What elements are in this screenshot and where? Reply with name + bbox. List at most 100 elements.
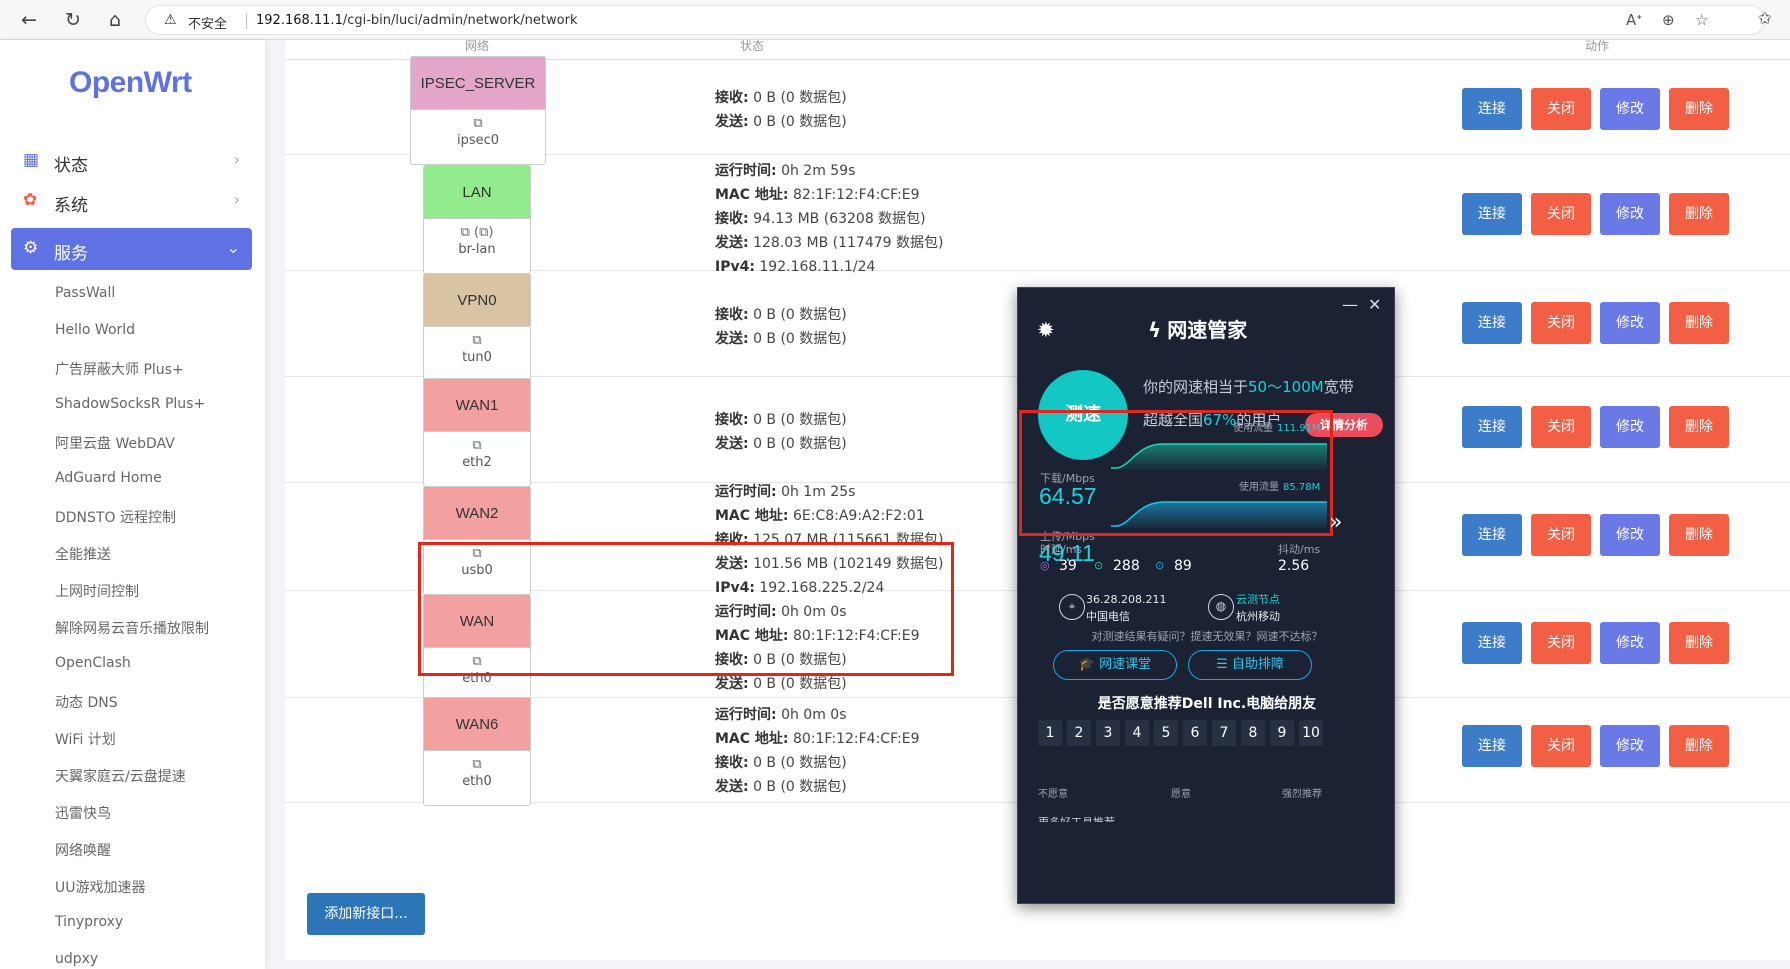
delete-button[interactable]: 删除 (1669, 725, 1729, 767)
interface-card[interactable]: VPN0 ⧉ tun0 (423, 273, 531, 382)
delete-button[interactable]: 删除 (1669, 514, 1729, 556)
submenu-time-control[interactable]: 上网时间控制 (55, 581, 139, 601)
interface-stats: 接收: 0 B (0 数据包) 发送: 0 B (0 数据包) (715, 86, 847, 134)
rating-button[interactable]: 2 (1067, 720, 1091, 746)
chevron-right-icon: › (233, 150, 240, 169)
connect-button[interactable]: 连接 (1462, 406, 1522, 448)
submenu-adguard[interactable]: AdGuard Home (55, 470, 162, 486)
interface-card[interactable]: LAN ⧉ (⧉) br-lan (423, 165, 531, 274)
troubleshoot-button[interactable]: ☰ 自助排障 (1188, 650, 1312, 680)
address-bar[interactable]: ⚠ 不安全 192.168.11.1/cgi-bin/luci/admin/ne… (145, 5, 1765, 35)
connect-button[interactable]: 连接 (1462, 725, 1522, 767)
openwrt-logo[interactable]: OpenWrt (69, 66, 192, 100)
stop-button[interactable]: 关闭 (1531, 514, 1591, 556)
rating-button[interactable]: 6 (1183, 720, 1207, 746)
edit-button[interactable]: 修改 (1600, 302, 1660, 344)
stop-button[interactable]: 关闭 (1531, 302, 1591, 344)
submenu-unblock-music[interactable]: 解除网易云音乐播放限制 (55, 618, 209, 638)
delete-button[interactable]: 删除 (1669, 622, 1729, 664)
connect-button[interactable]: 连接 (1462, 622, 1522, 664)
url-text[interactable]: 192.168.11.1/cgi-bin/luci/admin/network/… (256, 13, 577, 28)
read-aloud-icon[interactable]: Aᐩ (1626, 11, 1642, 29)
rating-button[interactable]: 1 (1038, 720, 1062, 746)
settings-icon[interactable]: ✹ (1037, 318, 1055, 342)
stop-button[interactable]: 关闭 (1531, 622, 1591, 664)
edit-button[interactable]: 修改 (1600, 725, 1660, 767)
uptime-line-label: 运行时间: (715, 707, 777, 723)
dashboard-icon: ▦ (23, 150, 40, 170)
submenu-udpxy[interactable]: udpxy (55, 951, 98, 967)
minimize-icon[interactable]: — (1342, 295, 1358, 314)
connect-button[interactable]: 连接 (1462, 514, 1522, 556)
submenu-ddnsto[interactable]: DDNSTO 远程控制 (55, 507, 176, 527)
rating-button[interactable]: 4 (1125, 720, 1149, 746)
submenu-push[interactable]: 全能推送 (55, 544, 111, 564)
submenu-ddns[interactable]: 动态 DNS (55, 692, 118, 712)
submenu-wifi-schedule[interactable]: WiFi 计划 (55, 729, 116, 749)
back-icon[interactable]: ← (16, 7, 42, 33)
tx-line: 发送: 0 B (0 数据包) (715, 110, 847, 134)
browser-toolbar: ← ↻ ⌂ ⚠ 不安全 192.168.11.1/cgi-bin/luci/ad… (0, 0, 1790, 40)
node-server[interactable]: 云测节点 杭州移动 (1236, 591, 1280, 625)
edit-button[interactable]: 修改 (1600, 514, 1660, 556)
submenu-ssr-plus[interactable]: ShadowSocksR Plus+ (55, 396, 205, 412)
stop-button[interactable]: 关闭 (1531, 193, 1591, 235)
rating-button[interactable]: 7 (1212, 720, 1236, 746)
node-client-ip: 36.28.208.211 (1086, 593, 1167, 606)
rating-button[interactable]: 3 (1096, 720, 1120, 746)
submenu-uu[interactable]: UU游戏加速器 (55, 877, 146, 897)
home-icon[interactable]: ⌂ (102, 7, 128, 33)
edit-button[interactable]: 修改 (1600, 406, 1660, 448)
scale-low-label: 不愿意 (1038, 789, 1068, 800)
add-interface-button[interactable]: 添加新接口... (307, 893, 425, 935)
rating-button[interactable]: 8 (1241, 720, 1265, 746)
rating-button[interactable]: 5 (1154, 720, 1178, 746)
menu-status[interactable]: ▦ 状态 › (11, 140, 252, 182)
delete-button[interactable]: 删除 (1669, 88, 1729, 130)
submenu-openclash[interactable]: OpenClash (55, 655, 131, 671)
submenu-tinyproxy[interactable]: Tinyproxy (55, 914, 123, 930)
submenu-hello-world[interactable]: Hello World (55, 322, 135, 338)
interface-name: WAN1 (424, 379, 530, 432)
rating-button[interactable]: 10 (1299, 720, 1323, 746)
rating-button[interactable]: 9 (1270, 720, 1294, 746)
menu-services[interactable]: ⚙ 服务 ⌄ (11, 228, 252, 270)
stop-button[interactable]: 关闭 (1531, 406, 1591, 448)
delete-button[interactable]: 删除 (1669, 193, 1729, 235)
submenu-adblock[interactable]: 广告屏蔽大师 Plus+ (55, 359, 184, 379)
reload-icon[interactable]: ↻ (60, 7, 86, 33)
interface-card[interactable]: WAN1 ⧉ eth2 (423, 378, 531, 487)
edit-button[interactable]: 修改 (1600, 622, 1660, 664)
mac-line-label: MAC 地址: (715, 731, 789, 747)
zoom-icon[interactable]: ⊕ (1662, 11, 1675, 29)
stop-button[interactable]: 关闭 (1531, 88, 1591, 130)
menu-system[interactable]: ✿ 系统 › (11, 180, 252, 222)
submenu-aliyun-webdav[interactable]: 阿里云盘 WebDAV (55, 433, 175, 453)
tx-line-label: 发送: (715, 331, 749, 347)
speed-course-label: 网速课堂 (1099, 657, 1152, 672)
submenu-xunlei[interactable]: 迅雷快鸟 (55, 803, 111, 823)
connect-button[interactable]: 连接 (1462, 302, 1522, 344)
close-icon[interactable]: ✕ (1368, 295, 1381, 314)
expand-arrow-icon[interactable]: » (1329, 510, 1342, 535)
device-name: ipsec0 (456, 133, 500, 148)
connect-button[interactable]: 连接 (1462, 88, 1522, 130)
stop-button[interactable]: 关闭 (1531, 725, 1591, 767)
edit-button[interactable]: 修改 (1600, 88, 1660, 130)
submenu-passwall[interactable]: PassWall (55, 285, 115, 301)
interface-card[interactable]: IPSEC_SERVER ⧉ ipsec0 (410, 56, 546, 165)
node-client: 36.28.208.211 中国电信 (1086, 591, 1166, 625)
edit-button[interactable]: 修改 (1600, 193, 1660, 235)
speed-course-button[interactable]: 🎓 网速课堂 (1053, 650, 1177, 680)
tx-line-value: 0 B (0 数据包) (753, 676, 847, 692)
delete-button[interactable]: 删除 (1669, 302, 1729, 344)
interface-card[interactable]: WAN6 ⧉ eth0 (423, 697, 531, 806)
favorite-add-icon[interactable]: ☆ (1695, 11, 1708, 29)
url-host: 192.168.11.1 (256, 13, 343, 28)
submenu-wol[interactable]: 网络唤醒 (55, 840, 111, 860)
delete-button[interactable]: 删除 (1669, 406, 1729, 448)
connect-button[interactable]: 连接 (1462, 193, 1522, 235)
favorites-icon[interactable]: ✩ (1758, 9, 1772, 29)
submenu-tianyi[interactable]: 天翼家庭云/云盘提速 (55, 766, 186, 786)
tx-line: 发送: 128.03 MB (117479 数据包) (715, 231, 943, 255)
